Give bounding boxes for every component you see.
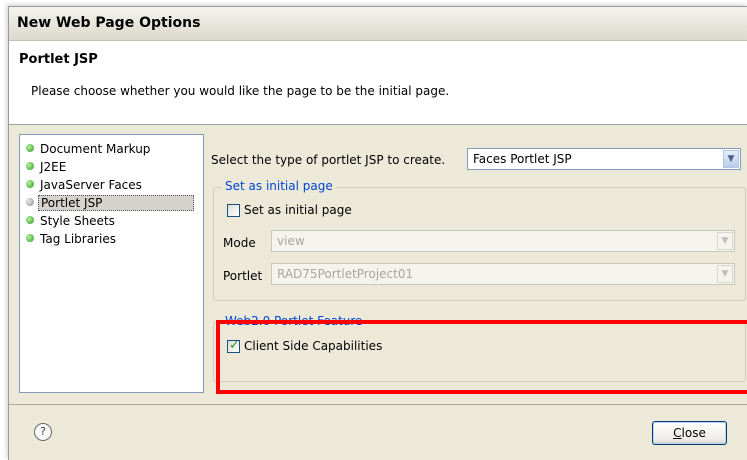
chevron-down-icon[interactable]: ▼ bbox=[717, 232, 733, 250]
portlet-type-label: Select the type of portlet JSP to create… bbox=[211, 153, 446, 167]
close-label: lose bbox=[681, 426, 706, 440]
mode-select[interactable]: view ▼ bbox=[271, 230, 735, 252]
nav-item-portlet-jsp[interactable]: Portlet JSP bbox=[26, 195, 198, 212]
dialog-header: Portlet JSP Please choose whether you wo… bbox=[9, 41, 747, 125]
portlet-label: Portlet bbox=[223, 269, 263, 283]
mode-label: Mode bbox=[223, 236, 256, 250]
gray-dot-icon bbox=[26, 198, 34, 206]
green-dot-icon bbox=[26, 216, 34, 224]
set-initial-page-label: Set as initial page bbox=[244, 203, 352, 217]
chevron-down-icon[interactable]: ▼ bbox=[723, 150, 739, 168]
green-dot-icon bbox=[26, 234, 34, 242]
close-button[interactable]: Close bbox=[652, 421, 727, 445]
help-icon[interactable]: ? bbox=[34, 423, 52, 441]
nav-item-label: J2EE bbox=[40, 160, 67, 174]
nav-item-label: Style Sheets bbox=[40, 214, 115, 228]
nav-item-label: Portlet JSP bbox=[38, 195, 194, 211]
chevron-down-icon[interactable]: ▼ bbox=[717, 265, 733, 283]
nav-item-javaserver-faces[interactable]: JavaServer Faces bbox=[26, 177, 198, 194]
nav-item-label: Tag Libraries bbox=[40, 232, 116, 246]
portlet-type-value: Faces Portlet JSP bbox=[473, 152, 572, 166]
page-title: Portlet JSP bbox=[19, 52, 98, 67]
portlet-select[interactable]: RAD75PortletProject01 ▼ bbox=[271, 263, 735, 285]
mode-value: view bbox=[277, 234, 305, 248]
new-web-page-options-dialog: New Web Page Options Portlet JSP Please … bbox=[8, 6, 747, 460]
nav-item-label: Document Markup bbox=[40, 142, 151, 156]
set-initial-page-checkbox[interactable]: Set as initial page bbox=[227, 203, 387, 219]
window-title: New Web Page Options bbox=[17, 15, 201, 31]
nav-item-label: JavaServer Faces bbox=[40, 178, 142, 192]
portlet-value: RAD75PortletProject01 bbox=[277, 267, 414, 281]
portlet-type-select[interactable]: Faces Portlet JSP ▼ bbox=[467, 148, 741, 170]
highlight-annotation bbox=[216, 320, 747, 394]
options-nav-list: Document Markup J2EE JavaServer Faces Po… bbox=[19, 134, 204, 393]
green-dot-icon bbox=[26, 144, 34, 152]
title-bar: New Web Page Options bbox=[9, 7, 747, 41]
green-dot-icon bbox=[26, 162, 34, 170]
nav-item-tag-libraries[interactable]: Tag Libraries bbox=[26, 231, 198, 248]
checkbox-box[interactable] bbox=[227, 204, 240, 217]
page-description: Please choose whether you would like the… bbox=[31, 84, 450, 98]
green-dot-icon bbox=[26, 180, 34, 188]
nav-item-style-sheets[interactable]: Style Sheets bbox=[26, 213, 198, 230]
initial-page-group-legend: Set as initial page bbox=[222, 179, 336, 193]
nav-item-document-markup[interactable]: Document Markup bbox=[26, 141, 198, 158]
footer-separator bbox=[9, 404, 747, 405]
nav-item-j2ee[interactable]: J2EE bbox=[26, 159, 198, 176]
close-mnemonic: C bbox=[673, 426, 682, 440]
